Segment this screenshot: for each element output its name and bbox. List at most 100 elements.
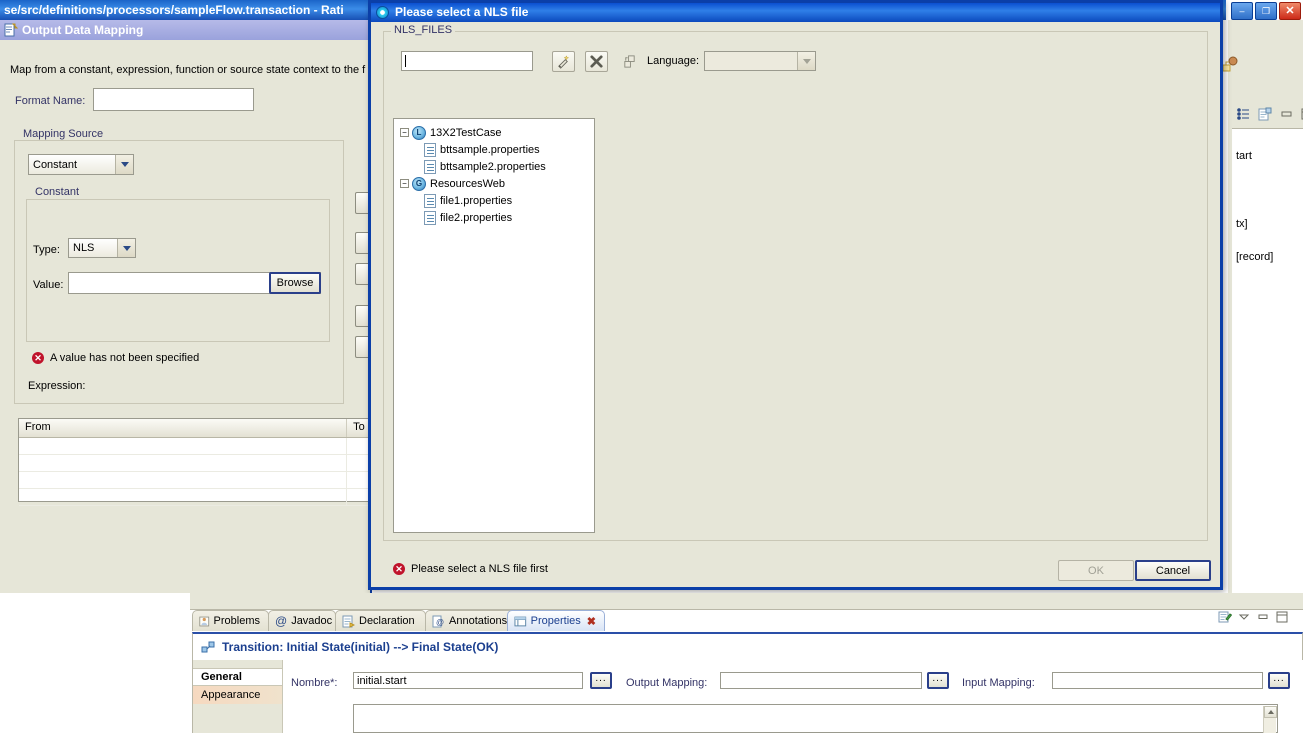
constant-group-label: Constant bbox=[32, 186, 83, 198]
tab-problems[interactable]: Problems bbox=[192, 610, 269, 631]
ellipsis-label: ... bbox=[932, 673, 944, 684]
input-mapping-browse-button[interactable]: ... bbox=[1268, 672, 1290, 689]
error-icon: ✕ bbox=[32, 352, 44, 364]
type-combo[interactable]: NLS bbox=[68, 238, 136, 258]
value-label: Value: bbox=[33, 279, 64, 291]
nombre-input[interactable]: initial.start bbox=[353, 672, 583, 689]
sidetab-spacer bbox=[193, 660, 282, 668]
dialog-app-icon bbox=[376, 6, 389, 19]
properties-header: Transition: Initial State(initial) --> F… bbox=[192, 632, 1303, 660]
input-mapping-label: Input Mapping: bbox=[962, 677, 1035, 689]
tab-label: Javadoc bbox=[291, 615, 333, 627]
restore-icon: ❐ bbox=[1261, 5, 1271, 16]
tree-item-file[interactable]: bttsample.properties bbox=[400, 141, 594, 158]
minimize-icon: – bbox=[1239, 5, 1245, 16]
maximize-view-icon[interactable] bbox=[1298, 105, 1303, 123]
tab-properties[interactable]: Properties ✖ bbox=[507, 610, 605, 631]
mapping-table[interactable]: From To bbox=[18, 418, 372, 506]
javadoc-at-icon: @ bbox=[275, 613, 288, 628]
outline-tab-icon[interactable] bbox=[1234, 105, 1252, 123]
properties-view-toolbar[interactable] bbox=[1218, 611, 1289, 623]
new-property-icon[interactable] bbox=[1218, 611, 1233, 623]
nls-file-dialog: Please select a NLS file NLS_FILES Langu… bbox=[368, 0, 1223, 590]
restore-button[interactable]: ❐ bbox=[1255, 2, 1277, 20]
nombre-value: initial.start bbox=[357, 674, 407, 687]
table-row[interactable] bbox=[19, 489, 371, 506]
ok-button-label: OK bbox=[1088, 564, 1104, 577]
editor-tab-label: Output Data Mapping bbox=[22, 23, 144, 37]
close-tab-icon[interactable]: ✖ bbox=[587, 615, 596, 628]
properties-content: General Appearance Nombre*: initial.star… bbox=[192, 660, 1303, 733]
delete-x-icon[interactable] bbox=[585, 51, 608, 72]
tab-declaration[interactable]: Declaration bbox=[335, 610, 426, 631]
tree-item-file[interactable]: bttsample2.properties bbox=[400, 158, 594, 175]
svg-text:@: @ bbox=[436, 618, 444, 627]
table-row[interactable] bbox=[19, 455, 371, 472]
refresh-sync-icon bbox=[618, 51, 641, 72]
properties-view-tabstrip[interactable]: Problems @ Javadoc Declaration @ Annotat… bbox=[192, 610, 1303, 632]
output-mapping-browse-button[interactable]: ... bbox=[927, 672, 949, 689]
view-menu-icon[interactable] bbox=[1237, 611, 1251, 623]
right-view-tabstrip[interactable] bbox=[1232, 100, 1303, 128]
tree-item-file[interactable]: file1.properties bbox=[400, 192, 594, 209]
ide-window-controls[interactable]: – ❐ ✕ bbox=[1231, 2, 1301, 20]
table-row[interactable] bbox=[19, 472, 371, 489]
chevron-down-icon bbox=[117, 239, 135, 257]
properties-tab-icon[interactable] bbox=[1256, 105, 1274, 123]
input-mapping-input[interactable] bbox=[1052, 672, 1263, 689]
nls-file-tree[interactable]: − L 13X2TestCase bttsample.properties bt… bbox=[393, 118, 595, 533]
minimize-view-icon[interactable] bbox=[1278, 105, 1296, 123]
nls-files-group-label: NLS_FILES bbox=[391, 24, 456, 36]
filter-input[interactable] bbox=[401, 51, 533, 71]
editor-tab-output-data-mapping[interactable]: Output Data Mapping bbox=[0, 20, 372, 40]
scroll-up-button[interactable] bbox=[1264, 706, 1277, 718]
project-icon: L bbox=[412, 125, 426, 140]
maximize-view-icon[interactable] bbox=[1275, 611, 1289, 623]
format-name-input[interactable] bbox=[93, 88, 254, 111]
sidetab-general[interactable]: General bbox=[193, 668, 282, 686]
mapping-source-group-label: Mapping Source bbox=[20, 128, 107, 140]
properties-view-frame bbox=[190, 593, 1303, 610]
browse-button[interactable]: Browse bbox=[269, 272, 321, 294]
right-view-content: tart tx] [record] bbox=[1232, 128, 1303, 594]
mapping-source-combo[interactable]: Constant bbox=[28, 154, 134, 175]
ok-button[interactable]: OK bbox=[1058, 560, 1134, 581]
sidetab-label: Appearance bbox=[201, 689, 261, 701]
expression-label: Expression: bbox=[28, 380, 86, 392]
description-textarea[interactable] bbox=[353, 704, 1278, 733]
tree-item-project[interactable]: − G ResourcesWeb bbox=[400, 175, 594, 192]
type-label: Type: bbox=[33, 244, 60, 256]
tab-label: Annotations bbox=[449, 615, 508, 627]
minimize-view-icon[interactable] bbox=[1256, 611, 1270, 623]
properties-file-icon bbox=[424, 159, 436, 174]
output-mapping-input[interactable] bbox=[720, 672, 922, 689]
close-button[interactable]: ✕ bbox=[1279, 2, 1301, 20]
tab-javadoc[interactable]: @ Javadoc bbox=[268, 610, 336, 631]
outline-node-icon bbox=[1222, 56, 1238, 72]
tab-annotations[interactable]: @ Annotations bbox=[425, 610, 520, 631]
dialog-title-text: Please select a NLS file bbox=[395, 5, 529, 19]
chevron-down-icon bbox=[797, 52, 815, 70]
chevron-down-icon bbox=[115, 155, 133, 174]
properties-file-icon bbox=[424, 210, 436, 225]
sidetab-label: General bbox=[201, 671, 242, 683]
properties-side-tabs[interactable]: General Appearance bbox=[193, 660, 283, 733]
collapse-expander-icon[interactable]: − bbox=[400, 179, 409, 188]
new-nls-wand-icon[interactable] bbox=[552, 51, 575, 72]
cancel-button[interactable]: Cancel bbox=[1135, 560, 1211, 581]
tree-item-file[interactable]: file2.properties bbox=[400, 209, 594, 226]
dialog-titlebar: Please select a NLS file bbox=[371, 3, 1220, 22]
project-badge: L bbox=[416, 127, 422, 137]
collapse-expander-icon[interactable]: − bbox=[400, 128, 409, 137]
tree-item-project[interactable]: − L 13X2TestCase bbox=[400, 124, 594, 141]
language-combo[interactable] bbox=[704, 51, 816, 71]
annotations-icon: @ bbox=[432, 615, 444, 627]
description-scrollbar[interactable] bbox=[1263, 706, 1277, 733]
column-header-from[interactable]: From bbox=[19, 419, 348, 437]
table-row[interactable] bbox=[19, 438, 371, 455]
minimize-button[interactable]: – bbox=[1231, 2, 1253, 20]
declaration-icon bbox=[342, 615, 355, 628]
sidetab-appearance[interactable]: Appearance bbox=[193, 686, 282, 704]
properties-header-title: Transition: Initial State(initial) --> F… bbox=[222, 640, 499, 654]
nombre-browse-button[interactable]: ... bbox=[590, 672, 612, 689]
